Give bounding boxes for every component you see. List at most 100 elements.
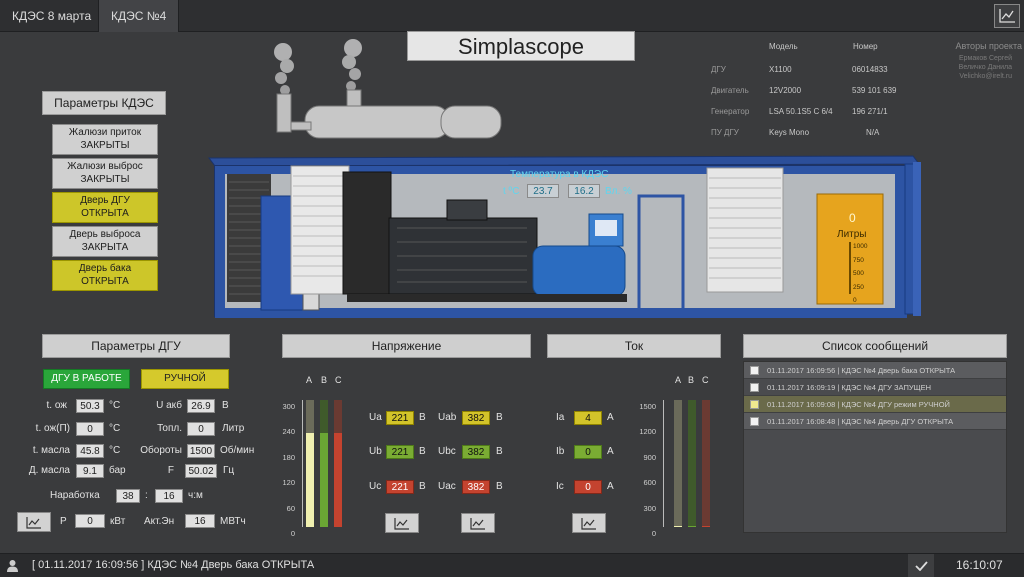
- ib-value: 0: [574, 445, 602, 459]
- current-tick: 300: [643, 503, 656, 513]
- tank-tick: 500: [853, 270, 864, 277]
- message-item[interactable]: 01.11.2017 16:09:56 | КДЭС №4 Дверь бака…: [744, 362, 1006, 379]
- param-unit: Гц: [223, 465, 235, 476]
- uac-unit: В: [496, 481, 503, 492]
- current-axis: [660, 400, 664, 527]
- humidity-value: 16.2: [568, 184, 600, 198]
- uc-value: 221: [386, 480, 414, 494]
- top-tab-bar: КДЭС 8 марта КДЭС №4: [0, 0, 1024, 32]
- uab-label: Uab: [438, 412, 457, 423]
- param-label: Обороты: [140, 445, 182, 456]
- status-line: Дверь бака: [78, 263, 132, 274]
- param-label: Д. масла: [28, 465, 70, 476]
- voltage-header: Напряжение: [282, 334, 531, 358]
- energy-label: Акт.Эн: [144, 516, 175, 527]
- phase-a-label: A: [675, 375, 682, 385]
- kdes-params-header: Параметры КДЭС: [42, 91, 166, 115]
- manual-mode-button[interactable]: РУЧНОЙ: [141, 369, 229, 389]
- phase-b-label: B: [321, 375, 328, 385]
- chart-icon: [394, 517, 409, 530]
- message-checkbox[interactable]: [750, 382, 759, 392]
- inlet-louvers-status[interactable]: Жалюзи приток ЗАКРЫТЫ: [52, 124, 158, 155]
- tank-scale: 1000 750 500 250 0: [853, 240, 867, 308]
- clock: 16:10:07: [956, 558, 1003, 572]
- coolant-temp-value: 50.3: [76, 399, 104, 413]
- current-bar-a-track: [674, 400, 682, 527]
- message-checkbox[interactable]: [750, 399, 759, 409]
- dgu-params-header: Параметры ДГУ: [42, 334, 230, 358]
- acknowledge-button[interactable]: [908, 554, 934, 577]
- ubc-value: 382: [462, 445, 490, 459]
- smoke-icon: [274, 39, 362, 95]
- uac-label: Uac: [438, 481, 456, 492]
- oil-temp-value: 45.8: [76, 444, 104, 458]
- tank-level-bar: [849, 242, 851, 294]
- phase-c-label: C: [335, 375, 342, 385]
- current-trend-button[interactable]: [572, 513, 606, 533]
- voltage-tick: 180: [282, 452, 295, 462]
- battery-voltage-value: 26.9: [187, 399, 215, 413]
- uab-value: 382: [462, 411, 490, 425]
- uac-value: 382: [462, 480, 490, 494]
- message-item[interactable]: 01.11.2017 16:09:19 | КДЭС №4 ДГУ ЗАПУЩЕ…: [744, 379, 1006, 396]
- current-bar-c: [702, 526, 710, 527]
- status-bar: [ 01.11.2017 16:09:56 ] КДЭС №4 Дверь ба…: [0, 553, 1024, 577]
- container-illustration: [208, 39, 921, 318]
- checkmark-icon: [914, 560, 928, 571]
- message-item[interactable]: 01.11.2017 16:08:48 | КДЭС №4 Дверь ДГУ …: [744, 413, 1006, 430]
- dgu-door-status[interactable]: Дверь ДГУ ОТКРЫТА: [52, 192, 158, 223]
- current-bar-c-track: [702, 400, 710, 527]
- status-line: Жалюзи приток: [68, 127, 142, 138]
- line-voltage-trend-button[interactable]: [461, 513, 495, 533]
- ic-unit: А: [607, 481, 614, 492]
- message-checkbox[interactable]: [750, 365, 759, 375]
- tank-door-status[interactable]: Дверь бака ОТКРЫТА: [52, 260, 158, 291]
- status-value: ЗАКРЫТА: [81, 242, 129, 253]
- current-bar-b: [688, 526, 696, 527]
- uc-unit: В: [419, 481, 426, 492]
- tab-kdes-4[interactable]: КДЭС №4: [98, 0, 180, 32]
- status-line: Жалюзи выброс: [67, 161, 143, 172]
- current-tick: 1200: [639, 427, 656, 437]
- tank-tick: 1000: [853, 243, 868, 250]
- chart-icon: [470, 517, 485, 530]
- param-label: Топл.: [157, 423, 182, 434]
- param-unit: В: [222, 400, 229, 411]
- message-item[interactable]: 01.11.2017 16:09:08 | КДЭС №4 ДГУ режим …: [744, 396, 1006, 413]
- status-value: ЗАКРЫТЫ: [80, 140, 130, 151]
- voltage-tick: 300: [282, 402, 295, 411]
- outlet-louvers-status[interactable]: Жалюзи выброс ЗАКРЫТЫ: [52, 158, 158, 189]
- trend-chart-button[interactable]: [994, 4, 1020, 28]
- current-bar-b-track: [688, 400, 696, 527]
- param-label: F: [167, 465, 174, 476]
- message-checkbox[interactable]: [750, 416, 759, 426]
- voltage-bar-b-track: [320, 400, 328, 527]
- param-label: t. масла: [32, 445, 70, 456]
- param-unit: Литр: [222, 423, 245, 434]
- voltage-tick: 120: [282, 478, 295, 488]
- ic-label: Ic: [556, 481, 564, 492]
- ib-label: Ib: [556, 446, 565, 457]
- dgu-running-button[interactable]: ДГУ В РАБОТЕ: [43, 369, 130, 389]
- status-message: [ 01.11.2017 16:09:56 ] КДЭС №4 Дверь ба…: [32, 559, 315, 571]
- voltage-trend-button[interactable]: [385, 513, 419, 533]
- voltage-tick: 240: [282, 427, 295, 437]
- exhaust-door-status[interactable]: Дверь выброса ЗАКРЫТА: [52, 226, 158, 257]
- tab-kdes-8-marta[interactable]: КДЭС 8 марта: [0, 0, 103, 32]
- current-tick: 0: [651, 529, 656, 539]
- param-label: U акб: [156, 400, 182, 411]
- current-scale: 1500 1200 900 600 300 0: [632, 394, 656, 546]
- runtime-unit: ч:м: [188, 490, 203, 501]
- ub-label: Ub: [369, 446, 382, 457]
- status-value: ОТКРЫТА: [81, 276, 129, 287]
- message-text: 01.11.2017 16:09:56 | КДЭС №4 Дверь бака…: [767, 365, 956, 375]
- chart-icon: [999, 9, 1015, 23]
- phase-b-label: B: [688, 375, 695, 385]
- dgu-trend-button[interactable]: [17, 512, 51, 532]
- user-icon[interactable]: [6, 559, 19, 572]
- message-text: 01.11.2017 16:09:19 | КДЭС №4 ДГУ ЗАПУЩЕ…: [767, 382, 932, 392]
- voltage-bar-c-track: [334, 400, 342, 527]
- current-header: Ток: [547, 334, 721, 358]
- ib-unit: А: [607, 446, 614, 457]
- param-unit: Об/мин: [220, 445, 255, 456]
